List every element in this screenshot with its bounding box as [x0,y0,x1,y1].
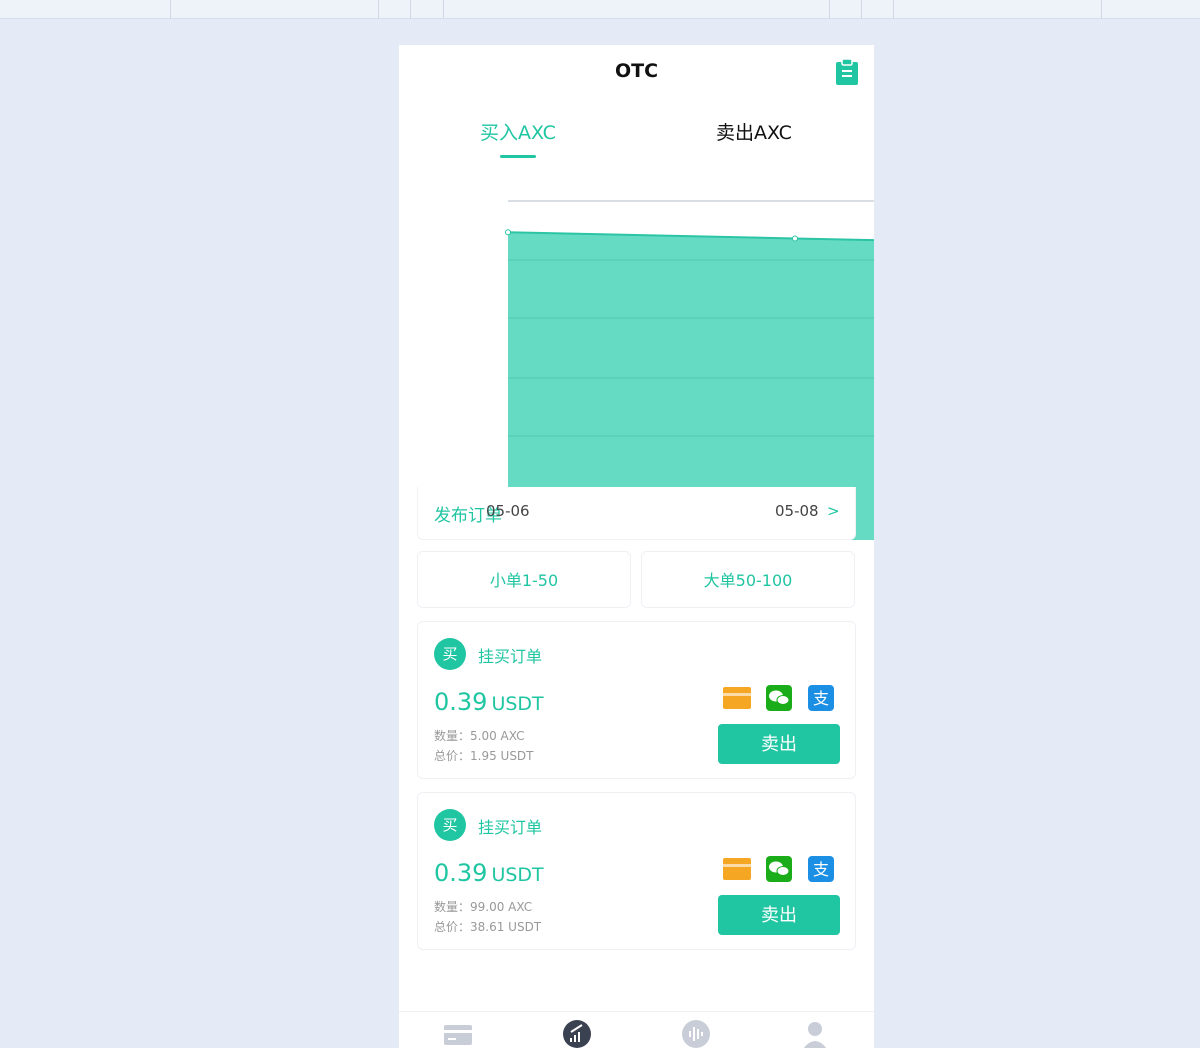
clipboard-icon[interactable] [835,58,859,86]
order-card: 买 挂买订单 0.39 USDT 数量：5.00 AXC 总价：1.95 USDT… [417,621,856,779]
tab-sell-axc[interactable]: 卖出AXC [679,118,829,145]
data-point [792,235,798,242]
order-total: 总价：38.61 USDT [434,920,542,934]
order-card: 买 挂买订单 0.39 USDT 数量：99.00 AXC 总价：38.61 US… [417,792,856,950]
svg-text:支: 支 [813,860,829,879]
alipay-icon: 支 [808,856,834,882]
order-price: 0.39 USDT [434,859,544,887]
active-tab-indicator [500,155,536,158]
alipay-icon: 支 [808,685,834,711]
wechat-pay-icon [766,856,792,882]
wallet-icon[interactable] [443,1019,473,1048]
bank-card-icon [723,687,751,709]
buy-badge: 买 [434,809,466,841]
wechat-pay-icon [766,685,792,711]
sell-button[interactable]: 卖出 [718,724,840,764]
filter-small-order-button[interactable]: 小单1-50 [417,551,631,608]
data-point [505,229,511,236]
filter-large-order-button[interactable]: 大单50-100 [641,551,855,608]
order-type-label: 挂买订单 [478,647,543,666]
otc-page: OTC 买入AXC 卖出AXC 发布订单 05-06 05-08 > 小单1-5… [399,45,874,1048]
x-tick-label: 05-08 [775,502,819,520]
profile-icon[interactable] [800,1019,830,1048]
order-total: 总价：1.95 USDT [434,749,534,763]
x-tick-label: 05-06 [486,502,530,520]
order-type-label: 挂买订单 [478,818,543,837]
buy-badge: 买 [434,638,466,670]
trade-icon[interactable] [562,1019,592,1048]
svg-text:支: 支 [813,689,829,708]
page-title: OTC [614,60,659,82]
order-quantity: 数量：5.00 AXC [434,729,525,743]
sell-button[interactable]: 卖出 [718,895,840,935]
chevron-right-icon[interactable]: > [827,502,840,520]
voice-icon[interactable] [681,1019,711,1048]
bank-card-icon [723,858,751,880]
order-quantity: 数量：99.00 AXC [434,900,533,914]
browser-top-strip [0,0,1200,19]
order-price: 0.39 USDT [434,688,544,716]
bottom-nav [399,1011,874,1048]
tab-buy-axc[interactable]: 买入AXC [443,118,593,145]
